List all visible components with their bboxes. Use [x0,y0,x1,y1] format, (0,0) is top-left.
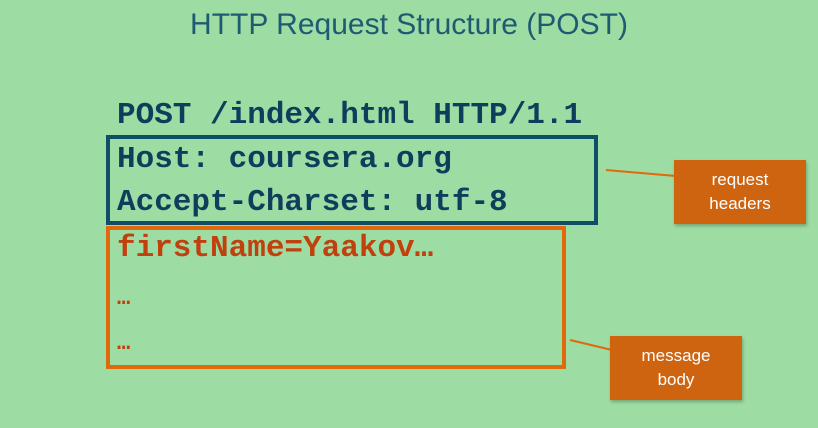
request-headers-callout: request headers [674,160,806,224]
message-body-callout-line-2: body [657,370,695,389]
request-headers-callout-line-1: request [711,170,769,189]
message-body-callout: message body [610,336,742,400]
message-body-callout-line-1: message [641,346,711,365]
request-headers-callout-line-2: headers [709,194,771,213]
headers-connector-line [605,169,677,177]
body-connector-line [569,339,613,351]
